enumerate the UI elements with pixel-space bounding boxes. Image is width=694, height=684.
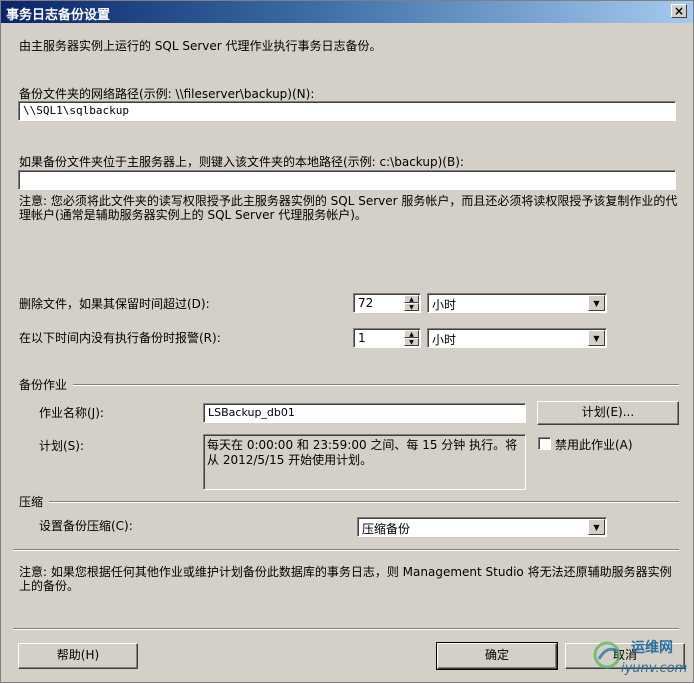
delete-files-label: 删除文件，如果其保留时间超过(D): xyxy=(19,297,210,311)
compression-section-title: 压缩 xyxy=(19,495,44,509)
chevron-down-icon[interactable]: ▼ xyxy=(588,295,605,311)
intro-text: 由主服务器实例上运行的 SQL Server 代理作业执行事务日志备份。 xyxy=(19,39,382,53)
backup-job-divider xyxy=(73,384,679,386)
alert-value: 1 xyxy=(358,331,366,345)
alert-label: 在以下时间内没有执行备份时报警(R): xyxy=(19,331,221,345)
alert-unit-select[interactable]: 小时 ▼ xyxy=(427,328,607,348)
job-name-input[interactable]: LSBackup_db01 xyxy=(203,403,526,423)
disable-job-checkbox[interactable] xyxy=(538,437,551,450)
ok-button[interactable]: 确定 xyxy=(436,642,558,670)
log-backup-settings-dialog: 事务日志备份设置 × 由主服务器实例上运行的 SQL Server 代理作业执行… xyxy=(0,0,694,683)
spin-up-icon[interactable]: ▲ xyxy=(404,330,419,338)
delete-files-unit-select[interactable]: 小时 ▼ xyxy=(427,293,607,313)
watermark-text: 运维网 xyxy=(631,640,673,656)
schedule-description: 每天在 0:00:00 和 23:59:00 之间、每 15 分钟 执行。将从 … xyxy=(203,434,526,490)
spin-down-icon[interactable]: ▼ xyxy=(404,303,419,311)
footer-divider xyxy=(13,628,679,630)
job-name-label: 作业名称(J): xyxy=(39,406,104,420)
window-title: 事务日志备份设置 xyxy=(6,8,111,23)
alert-stepper[interactable]: 1 ▲ ▼ xyxy=(353,328,421,348)
chevron-down-icon[interactable]: ▼ xyxy=(588,519,605,535)
schedule-button[interactable]: 计划(E)... xyxy=(537,401,679,425)
backup-job-section-title: 备份作业 xyxy=(19,378,68,392)
spin-down-icon[interactable]: ▼ xyxy=(404,338,419,346)
compression-value: 压缩备份 xyxy=(362,522,411,536)
chevron-down-icon[interactable]: ▼ xyxy=(588,330,605,346)
delete-files-value: 72 xyxy=(358,296,374,310)
delete-files-stepper[interactable]: 72 ▲ ▼ xyxy=(353,293,421,313)
local-path-label: 如果备份文件夹位于主服务器上，则键入该文件夹的本地路径(示例: c:\backu… xyxy=(19,155,464,169)
disable-job-label[interactable]: 禁用此作业(A) xyxy=(555,436,633,453)
permission-note: 注意: 您必须将此文件夹的读写权限授予此主服务器实例的 SQL Server 服… xyxy=(19,194,678,222)
watermark-url: iyunv.com xyxy=(621,661,688,676)
title-bar[interactable]: 事务日志备份设置 × xyxy=(1,1,693,23)
spin-up-icon[interactable]: ▲ xyxy=(404,295,419,303)
watermark-logo: 运维网 iyunv.com xyxy=(591,633,691,681)
network-path-label: 备份文件夹的网络路径(示例: \\fileserver\backup)(N): xyxy=(19,87,315,101)
bottom-note: 注意: 如果您根据任何其他作业或维护计划备份此数据库的事务日志，则 Manage… xyxy=(19,565,672,593)
local-path-input[interactable] xyxy=(18,170,676,190)
schedule-label: 计划(S): xyxy=(39,439,85,453)
delete-files-unit-value: 小时 xyxy=(432,298,457,312)
bottom-divider xyxy=(13,549,679,551)
alert-unit-value: 小时 xyxy=(432,333,457,347)
help-button[interactable]: 帮助(H) xyxy=(18,643,138,669)
network-path-input[interactable]: \\SQL1\sqlbackup xyxy=(18,101,676,121)
compression-label: 设置备份压缩(C): xyxy=(39,519,133,533)
close-icon[interactable]: × xyxy=(671,4,687,18)
compression-select[interactable]: 压缩备份 ▼ xyxy=(357,517,607,537)
compression-divider xyxy=(49,501,679,503)
